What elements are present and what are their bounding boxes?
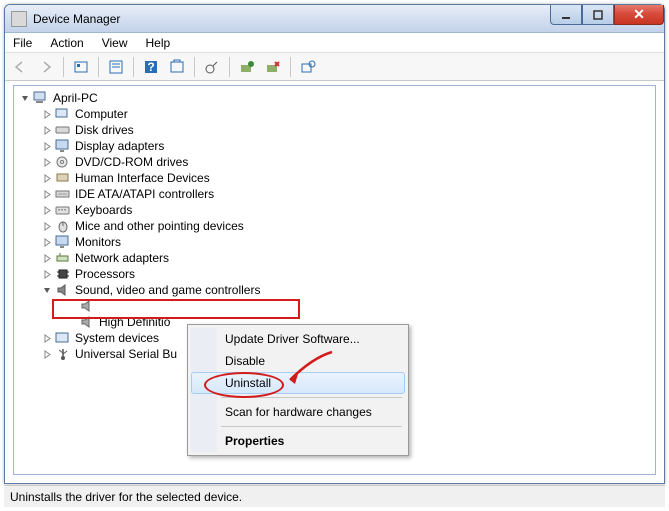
cpu-icon — [55, 266, 71, 282]
ctx-uninstall[interactable]: Uninstall — [191, 372, 405, 394]
expand-icon[interactable] — [42, 221, 53, 232]
tree-root-label: April-PC — [53, 91, 98, 105]
scan-hardware-button[interactable] — [297, 56, 319, 78]
tree-item-monitors[interactable]: Monitors — [14, 234, 655, 250]
tree-item-audio-device-1[interactable]: x — [14, 298, 655, 314]
expand-icon[interactable] — [42, 157, 53, 168]
update-driver-button[interactable] — [201, 56, 223, 78]
expand-icon[interactable] — [42, 349, 53, 360]
app-icon — [11, 11, 27, 27]
scan-button[interactable] — [166, 56, 188, 78]
computer-icon — [55, 106, 71, 122]
system-icon — [55, 330, 71, 346]
tree-item-mice[interactable]: Mice and other pointing devices — [14, 218, 655, 234]
tree-item-hid[interactable]: Human Interface Devices — [14, 170, 655, 186]
display-icon — [55, 138, 71, 154]
ctx-scan[interactable]: Scan for hardware changes — [191, 401, 405, 423]
status-bar: Uninstalls the driver for the selected d… — [4, 485, 665, 507]
ctx-properties[interactable]: Properties — [191, 430, 405, 452]
titlebar: Device Manager ✕ — [5, 5, 664, 33]
uninstall-button[interactable] — [262, 56, 284, 78]
expand-icon[interactable] — [42, 253, 53, 264]
help-button[interactable]: ? — [140, 56, 162, 78]
minimize-button[interactable] — [550, 5, 582, 25]
sound-icon — [55, 282, 71, 298]
tree-item-network[interactable]: Network adapters — [14, 250, 655, 266]
speaker-icon — [79, 314, 95, 330]
keyboard-icon — [55, 202, 71, 218]
dvd-icon — [55, 154, 71, 170]
network-icon — [55, 250, 71, 266]
menu-view[interactable]: View — [102, 36, 128, 50]
tree-root[interactable]: April-PC — [14, 90, 655, 106]
expand-icon[interactable] — [42, 173, 53, 184]
expand-icon[interactable] — [42, 237, 53, 248]
toolbar: ? — [5, 53, 664, 81]
mouse-icon — [55, 218, 71, 234]
speaker-icon — [79, 298, 95, 314]
tree-item-display-adapters[interactable]: Display adapters — [14, 138, 655, 154]
back-button[interactable] — [9, 56, 31, 78]
context-menu: Update Driver Software... Disable Uninst… — [187, 324, 409, 456]
disk-icon — [55, 122, 71, 138]
ide-icon — [55, 186, 71, 202]
show-hidden-button[interactable] — [70, 56, 92, 78]
disable-button[interactable] — [236, 56, 258, 78]
maximize-button[interactable] — [582, 5, 614, 25]
svg-text:?: ? — [147, 60, 154, 74]
window-title: Device Manager — [33, 12, 120, 26]
computer-icon — [33, 90, 49, 106]
properties-button[interactable] — [105, 56, 127, 78]
tree-item-disk-drives[interactable]: Disk drives — [14, 122, 655, 138]
tree-item-ide[interactable]: IDE ATA/ATAPI controllers — [14, 186, 655, 202]
menubar: File Action View Help — [5, 33, 664, 53]
expand-icon[interactable] — [42, 125, 53, 136]
tree-item-computer[interactable]: Computer — [14, 106, 655, 122]
expand-icon[interactable] — [42, 141, 53, 152]
ctx-update-driver[interactable]: Update Driver Software... — [191, 328, 405, 350]
collapse-icon[interactable] — [20, 93, 31, 104]
tree-item-sound[interactable]: Sound, video and game controllers — [14, 282, 655, 298]
status-text: Uninstalls the driver for the selected d… — [10, 490, 242, 504]
tree-item-keyboards[interactable]: Keyboards — [14, 202, 655, 218]
expand-icon[interactable] — [42, 205, 53, 216]
collapse-icon[interactable] — [42, 285, 53, 296]
expand-icon[interactable] — [42, 189, 53, 200]
ctx-disable[interactable]: Disable — [191, 350, 405, 372]
tree-item-processors[interactable]: Processors — [14, 266, 655, 282]
tree-item-dvd[interactable]: DVD/CD-ROM drives — [14, 154, 655, 170]
expand-icon[interactable] — [42, 109, 53, 120]
monitor-icon — [55, 234, 71, 250]
hid-icon — [55, 170, 71, 186]
expand-icon[interactable] — [42, 269, 53, 280]
menu-file[interactable]: File — [13, 36, 32, 50]
usb-icon — [55, 346, 71, 362]
menu-action[interactable]: Action — [50, 36, 83, 50]
expand-icon[interactable] — [42, 333, 53, 344]
forward-button[interactable] — [35, 56, 57, 78]
menu-help[interactable]: Help — [146, 36, 171, 50]
close-button[interactable]: ✕ — [614, 5, 664, 25]
